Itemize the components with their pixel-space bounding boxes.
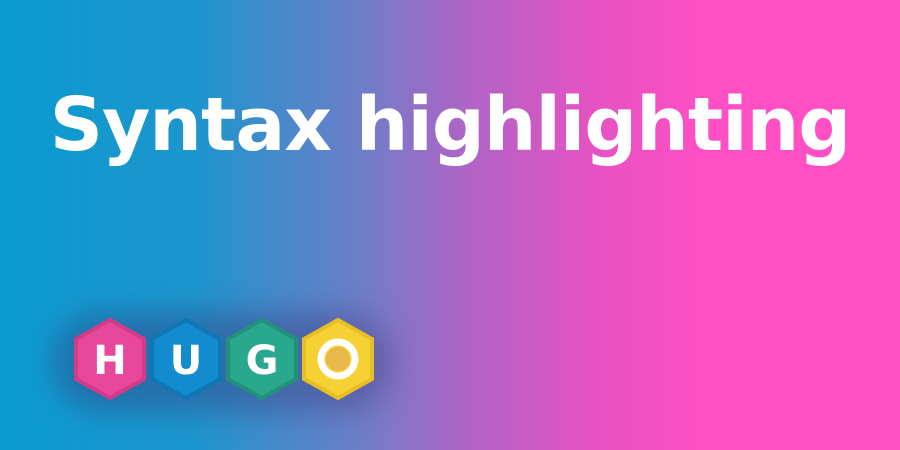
page-title: Syntax highlighting (49, 82, 852, 168)
logo-letter-g: G (246, 338, 279, 384)
hugo-logo: H U G O (52, 312, 392, 412)
banner: Syntax highlighting H U G O (0, 0, 900, 450)
hex-o: O (302, 317, 374, 401)
logo-letter-h: H (93, 338, 126, 384)
hugo-logo-graphic: H U G O (74, 317, 374, 401)
hex-u: U (150, 317, 222, 401)
hex-h: H (74, 317, 146, 401)
logo-letter-u: U (170, 338, 202, 384)
hex-g: G (226, 317, 298, 401)
logo-letter-o-core (326, 347, 350, 371)
